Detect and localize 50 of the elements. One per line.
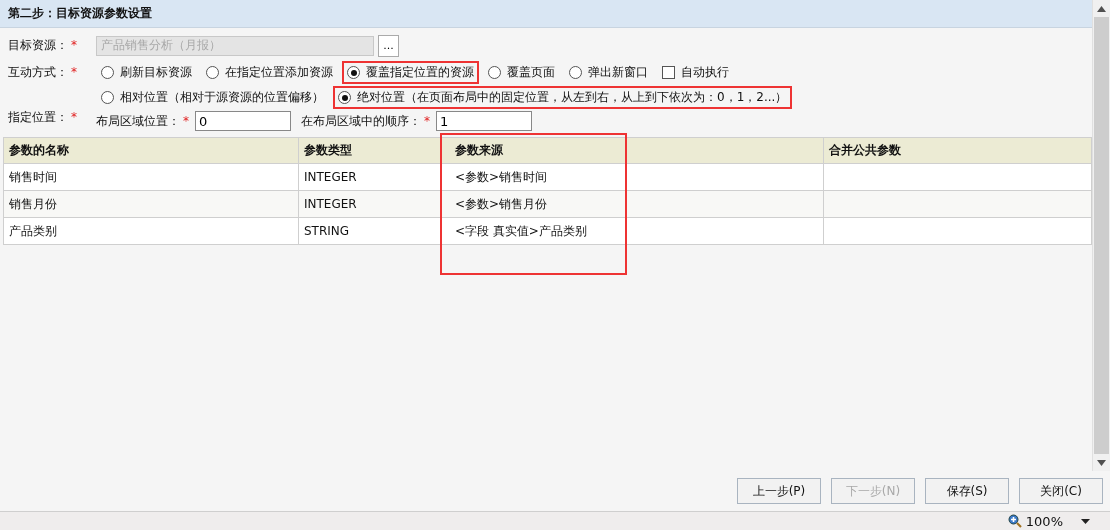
option-label[interactable]: 相对位置（相对于源资源的位置偏移）: [120, 89, 324, 106]
table-cell: INTEGER: [298, 163, 441, 191]
input-field[interactable]: 1: [436, 111, 532, 131]
column-header: 参数的名称: [3, 137, 299, 164]
radio-button[interactable]: [488, 66, 501, 79]
field-label: 在布局区域中的顺序：: [301, 113, 421, 128]
required-mark: *: [71, 65, 77, 79]
radio-button[interactable]: [569, 66, 582, 79]
table-cell: 销售时间: [3, 163, 299, 191]
option-label[interactable]: 在指定位置添加资源: [225, 64, 333, 81]
scroll-thumb[interactable]: [1094, 17, 1109, 454]
option-label[interactable]: 刷新目标资源: [120, 64, 192, 81]
table-cell: <参数>销售时间: [440, 163, 824, 191]
field-label: 指定位置：: [8, 110, 68, 124]
checkbox[interactable]: [662, 66, 675, 79]
required-mark: *: [183, 113, 189, 128]
table-cell: INTEGER: [298, 190, 441, 218]
input-field[interactable]: 0: [195, 111, 291, 131]
dropdown-caret-icon[interactable]: [1081, 518, 1090, 524]
field-label: 互动方式：: [8, 65, 68, 79]
zoom-icon[interactable]: [1007, 514, 1022, 528]
column-header: 参数类型: [298, 137, 441, 164]
option-label[interactable]: 绝对位置（在页面布局中的固定位置，从左到右，从上到下依次为：0，1，2...）: [357, 89, 788, 106]
column-header: 参数来源: [440, 137, 824, 164]
column-header: 合并公共参数: [823, 137, 1092, 164]
table-cell: 销售月份: [3, 190, 299, 218]
table-cell: STRING: [298, 217, 441, 245]
table-cell: <参数>销售月份: [440, 190, 824, 218]
required-mark: *: [71, 110, 77, 124]
scrollbar[interactable]: [1092, 0, 1110, 471]
radio-button[interactable]: [347, 66, 360, 79]
radio-button[interactable]: [101, 66, 114, 79]
radio-button[interactable]: [101, 91, 114, 104]
option-label[interactable]: 自动执行: [681, 64, 729, 81]
required-mark: *: [71, 38, 77, 52]
radio-button[interactable]: [338, 91, 351, 104]
option-label[interactable]: 覆盖指定位置的资源: [366, 64, 474, 81]
option-label[interactable]: 覆盖页面: [507, 64, 555, 81]
radio-button[interactable]: [206, 66, 219, 79]
option-label[interactable]: 弹出新窗口: [588, 64, 648, 81]
table-cell: <字段 真实值>产品类别: [440, 217, 824, 245]
dialog-button[interactable]: 保存(S): [925, 478, 1009, 504]
table-cell: 产品类别: [3, 217, 299, 245]
zoom-level[interactable]: 100%: [1025, 513, 1063, 529]
field-label: 目标资源：: [8, 38, 68, 52]
section-header: 第二步：目标资源参数设置: [0, 0, 1092, 28]
dialog-button[interactable]: 关闭(C): [1019, 478, 1103, 504]
required-mark: *: [424, 113, 430, 128]
dialog-button[interactable]: 上一步(P): [737, 478, 821, 504]
field-label: 布局区域位置：: [96, 113, 180, 128]
